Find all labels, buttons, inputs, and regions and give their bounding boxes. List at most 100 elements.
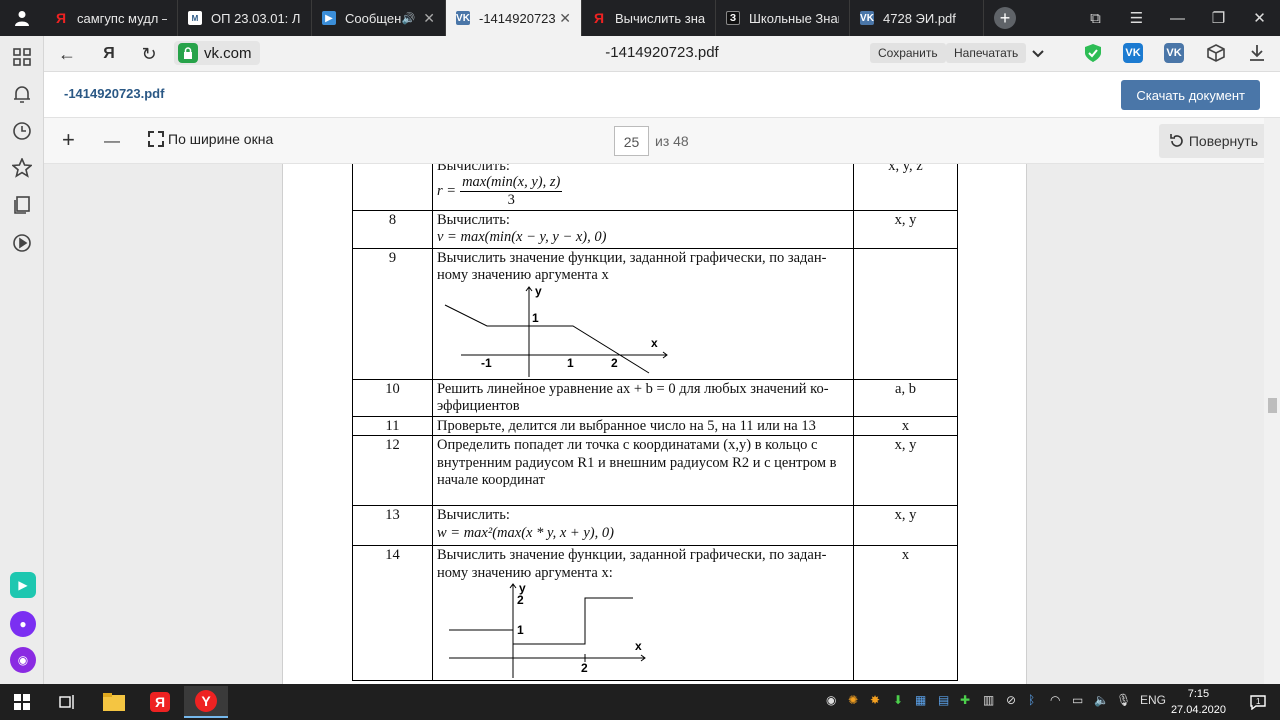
yandex-browser-icon[interactable]: Я xyxy=(138,686,182,718)
bookmarks-icon[interactable] xyxy=(11,157,33,179)
vk-extension-icon-2[interactable]: VK xyxy=(1164,43,1184,63)
scrollbar-thumb[interactable] xyxy=(1268,398,1277,413)
file-explorer-icon[interactable] xyxy=(92,686,136,718)
player-app-icon[interactable]: ▶ xyxy=(10,572,36,598)
yandex-active-icon[interactable]: Y xyxy=(184,686,228,718)
x-tick-label: 2 xyxy=(611,356,618,370)
tray-app-icon-6[interactable]: ✚ xyxy=(960,693,970,707)
tab-label: Школьные Знани xyxy=(749,10,839,26)
apps-grid-icon[interactable] xyxy=(11,46,33,68)
chevron-down-icon[interactable] xyxy=(1027,43,1049,65)
bluetooth-icon[interactable]: ᛒ xyxy=(1028,693,1035,707)
tab-label: ОП 23.03.01: Лаб xyxy=(211,10,301,26)
document-filename[interactable]: -1414920723.pdf xyxy=(64,86,164,101)
task-cell: Вычислить значение функции, заданной гра… xyxy=(432,247,854,380)
task-text: Вычислить значение функции, заданной гра… xyxy=(437,547,827,581)
speaker-icon[interactable]: 🔊 xyxy=(402,12,416,25)
minimize-icon[interactable]: — xyxy=(1157,10,1198,27)
document-viewport[interactable]: Вычислить: r = max(min(x, y), z) 3 x, y,… xyxy=(44,164,1264,684)
rotate-button[interactable]: Повернуть xyxy=(1158,124,1268,158)
alice-app-icon[interactable]: ● xyxy=(10,611,36,637)
clock[interactable]: 7:15 27.04.2020 xyxy=(1171,686,1226,718)
tray-app-icon-3[interactable]: ✸ xyxy=(870,693,880,707)
task-text: Вычислить значение функции, заданной гра… xyxy=(437,249,827,284)
save-page-button[interactable]: Сохранить xyxy=(870,43,946,63)
task-cell: Вычислить: v = max(min(x − y, y − x), 0) xyxy=(432,209,854,249)
download-document-button[interactable]: Скачать документ xyxy=(1121,80,1260,110)
row-number: 12 xyxy=(352,435,433,506)
page-number-input[interactable]: 25 xyxy=(614,126,649,156)
profile-icon[interactable] xyxy=(0,0,44,36)
y-tick-label: 1 xyxy=(517,623,524,637)
tray-app-icon-7[interactable]: ▥ xyxy=(983,693,994,707)
tab-label: 4728 ЭИ.pdf xyxy=(883,10,956,26)
tab-pdf-4728[interactable]: VK 4728 ЭИ.pdf xyxy=(850,0,984,36)
tab-znanija[interactable]: З Школьные Знани xyxy=(716,0,850,36)
tab-samgups[interactable]: Я самгупс мудл — xyxy=(44,0,178,36)
assistant-app-icon[interactable]: ◉ xyxy=(10,647,36,673)
tab-label: -1414920723.p xyxy=(479,10,556,26)
restore-icon[interactable]: ❐ xyxy=(1198,9,1239,27)
task-text: Вычислить: xyxy=(437,507,510,523)
microphone-icon[interactable]: 🎙 xyxy=(1116,693,1131,707)
battery-icon[interactable]: ▭ xyxy=(1072,693,1083,707)
fit-width-button[interactable]: По ширине окна xyxy=(148,131,273,147)
table-row: 10 Решить линейное уравнение ax + b = 0 … xyxy=(352,378,958,417)
language-indicator[interactable]: ENG xyxy=(1140,693,1166,707)
fraction: max(min(x, y), z) 3 xyxy=(460,174,563,210)
vk-icon: VK xyxy=(860,11,874,25)
menu-icon[interactable]: ☰ xyxy=(1116,9,1157,27)
print-page-button[interactable]: Напечатать xyxy=(946,43,1027,63)
vertical-scrollbar[interactable] xyxy=(1264,118,1280,684)
row-number: 13 xyxy=(352,505,433,546)
task-view-icon[interactable] xyxy=(46,686,90,718)
shield-icon[interactable] xyxy=(1083,43,1103,63)
tabs-list-icon[interactable]: ⧉ xyxy=(1075,10,1116,27)
history-icon[interactable] xyxy=(11,120,33,142)
task-cell: Решить линейное уравнение ax + b = 0 для… xyxy=(432,378,854,417)
new-tab-button[interactable]: + xyxy=(994,7,1016,29)
vars-cell: x, y xyxy=(853,435,958,506)
video-icon[interactable] xyxy=(11,232,33,254)
tab-moodle[interactable]: M ОП 23.03.01: Лаб xyxy=(178,0,312,36)
document-header: -1414920723.pdf Скачать документ xyxy=(44,72,1280,118)
tray-download-icon[interactable]: ⬇ xyxy=(893,693,903,707)
volume-icon[interactable]: 🔈 xyxy=(1094,693,1109,707)
tab-messages[interactable]: ▶ Сообщени 🔊 ✕ xyxy=(312,0,446,36)
table-row: 8 Вычислить: v = max(min(x − y, y − x), … xyxy=(352,209,958,249)
windows-start-icon[interactable] xyxy=(0,686,44,718)
tray-app-icon-4[interactable]: ▦ xyxy=(915,693,926,707)
zoom-in-button[interactable]: + xyxy=(62,129,75,151)
znanija-icon: З xyxy=(726,11,740,25)
network-off-icon[interactable]: ⊘ xyxy=(1006,693,1016,707)
notification-center-icon[interactable]: 1 xyxy=(1236,686,1280,718)
window-controls: ⧉ ☰ — ❐ ✕ xyxy=(1075,0,1280,36)
zoom-out-button[interactable]: — xyxy=(104,131,120,153)
close-tab-icon[interactable]: ✕ xyxy=(423,10,435,27)
vars-cell: x xyxy=(853,415,958,436)
wifi-icon[interactable]: ◠ xyxy=(1050,693,1060,707)
download-icon[interactable] xyxy=(1247,43,1267,63)
x-tick-label: 1 xyxy=(567,356,574,370)
notifications-icon[interactable] xyxy=(11,83,33,105)
task-cell: Определить попадет ли точка с координата… xyxy=(432,435,854,506)
windows-taskbar: Я Y ◉ ✺ ✸ ⬇ ▦ ▤ ✚ ▥ ⊘ ᛒ ◠ ▭ 🔈 🎙 ENG 7:15… xyxy=(0,684,1280,720)
row-number: 9 xyxy=(352,247,433,380)
y-tick-label: 2 xyxy=(517,593,524,607)
tab-calc[interactable]: Я Вычислить значе xyxy=(582,0,716,36)
collections-icon[interactable] xyxy=(11,194,33,216)
tab-pdf-active[interactable]: VK -1414920723.p ✕ xyxy=(446,0,582,36)
tray-app-icon[interactable]: ◉ xyxy=(826,693,836,707)
close-window-icon[interactable]: ✕ xyxy=(1239,9,1280,27)
close-tab-icon[interactable]: ✕ xyxy=(559,10,571,27)
vk-extension-icon[interactable]: VK xyxy=(1123,43,1143,63)
tray-app-icon-2[interactable]: ✺ xyxy=(848,693,858,707)
vars-cell: a, b xyxy=(853,378,958,417)
vars-cell: x, y xyxy=(853,505,958,546)
browser-sidebar: ▶ ● ◉ xyxy=(0,36,44,684)
tray-app-icon-5[interactable]: ▤ xyxy=(938,693,949,707)
moodle-icon: M xyxy=(188,11,202,25)
task-cell: Проверьте, делится ли выбранное число на… xyxy=(432,415,854,436)
row-number xyxy=(352,164,433,211)
cube-icon[interactable] xyxy=(1206,43,1226,63)
